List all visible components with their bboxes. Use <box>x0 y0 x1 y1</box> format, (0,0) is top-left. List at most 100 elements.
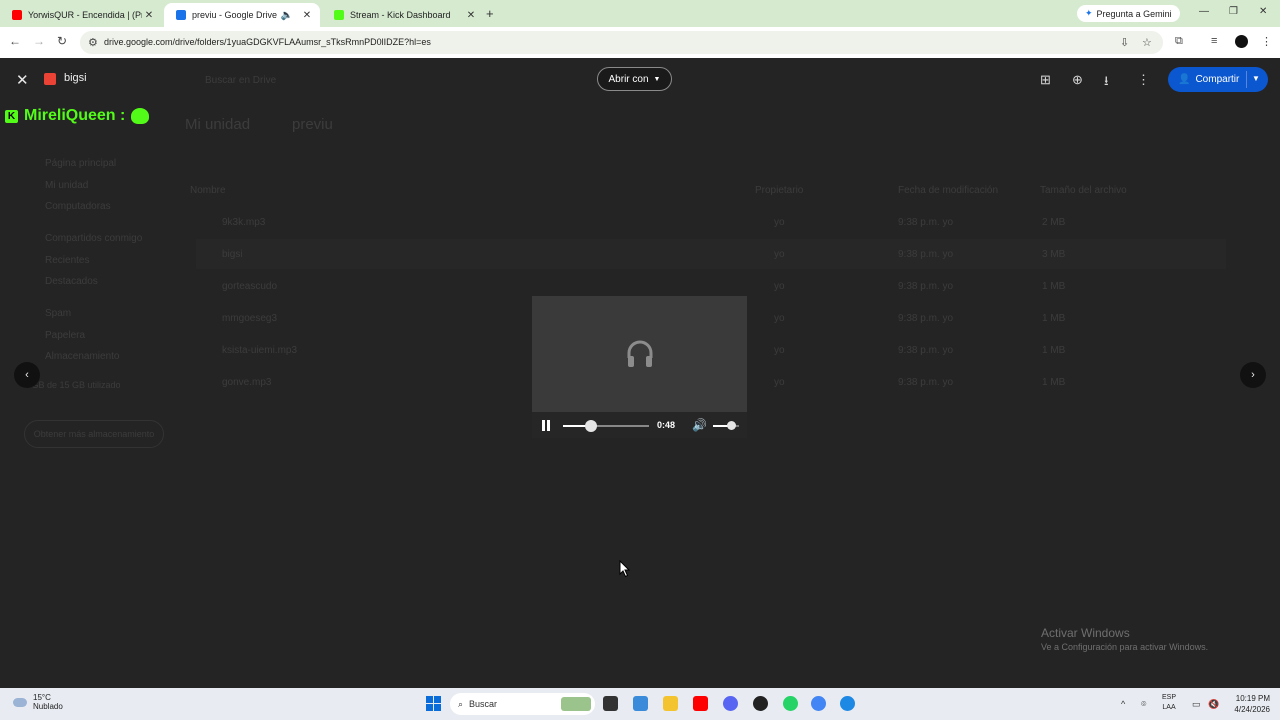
google-drive-icon <box>176 10 186 20</box>
close-tab-icon[interactable]: ✕ <box>300 10 314 21</box>
close-window-icon[interactable]: ✕ <box>1259 6 1267 17</box>
clock-date: 4/24/2026 <box>1234 705 1270 714</box>
lang-bottom: LAA <box>1162 704 1176 711</box>
obs-icon[interactable] <box>753 696 768 711</box>
share-label: Compartir <box>1195 74 1240 85</box>
close-tab-icon[interactable]: ✕ <box>464 10 478 21</box>
display-icon[interactable]: ▭ <box>1192 699 1201 710</box>
media-controls-icon[interactable]: ≡ <box>1211 35 1217 47</box>
volume-icon[interactable]: 🔊 <box>692 418 707 432</box>
sidebar-item: Destacados <box>45 276 98 287</box>
site-info-icon[interactable]: ⚙ <box>88 36 98 49</box>
chevron-left-icon: ‹ <box>25 369 29 381</box>
task-view-icon[interactable] <box>603 696 618 711</box>
open-with-button[interactable]: Abrir con ▼ <box>597 67 672 91</box>
table-row: bigsi yo 9:38 p.m. yo 3 MB <box>196 239 1226 269</box>
volume-handle[interactable] <box>727 421 737 430</box>
sidebar-item: Compartidos conmigo <box>45 233 143 244</box>
weather-temp: 15°C <box>33 693 51 702</box>
discord-icon[interactable] <box>723 696 738 711</box>
download-icon[interactable]: ⭳ <box>1104 72 1109 94</box>
tab-kick[interactable]: Stream - Kick Dashboard ✕ <box>322 3 484 27</box>
drive-search: Buscar en Drive <box>205 75 277 86</box>
table-row: 9k3k.mp3 yo 9:38 p.m. yo 2 MB <box>196 207 1226 237</box>
show-hidden-icons-icon[interactable]: ^ <box>1121 699 1125 709</box>
network-icon[interactable]: ⌾ <box>1141 699 1146 710</box>
sidebar-item: Papelera <box>45 330 86 341</box>
lang-top: ESP <box>1162 694 1177 701</box>
breadcrumb-root: Mi unidad <box>185 116 251 133</box>
widgets-app-icon[interactable] <box>633 696 648 711</box>
player-controls: 0:48 🔊 <box>532 412 747 438</box>
pause-button[interactable] <box>541 420 551 431</box>
speaker-icon[interactable]: 🔈 <box>280 10 294 21</box>
tab-drive[interactable]: previu - Google Drive 🔈 ✕ <box>164 3 320 27</box>
file-explorer-icon[interactable] <box>663 696 678 711</box>
seek-handle[interactable] <box>585 420 598 432</box>
previous-file-button[interactable]: ‹ <box>14 362 40 388</box>
taskbar-search[interactable]: ⌕ Buscar <box>450 693 595 715</box>
sidebar-item: Spam <box>45 308 72 319</box>
system-clock[interactable]: 10:19 PM 4/24/2026 <box>1226 693 1270 715</box>
storage-button: Obtener más almacenamiento <box>24 420 164 448</box>
start-button[interactable] <box>426 696 441 711</box>
url-text: drive.google.com/drive/folders/1yuaGDGKV… <box>104 37 431 47</box>
speaker-tray-icon[interactable]: 🔇 <box>1208 699 1219 710</box>
file-size: 2 MB <box>1042 217 1066 228</box>
language-indicator[interactable]: ESP LAA <box>1162 693 1176 713</box>
file-owner: yo <box>774 217 785 228</box>
share-button[interactable]: 👤 Compartir ▼ <box>1168 67 1268 92</box>
kick-icon <box>334 10 344 20</box>
file-owner: yo <box>774 345 785 356</box>
activation-subtitle: Ve a Configuración para activar Windows. <box>1041 642 1209 652</box>
playback-time: 0:48 <box>657 420 676 430</box>
file-modified: 9:38 p.m. yo <box>898 217 954 228</box>
audio-player: 0:48 🔊 <box>532 296 747 438</box>
add-to-drive-icon[interactable]: ⊞ <box>1040 72 1051 88</box>
menu-dots-icon[interactable]: ⋮ <box>1261 35 1272 48</box>
minimize-icon[interactable]: — <box>1199 6 1209 17</box>
caret-down-icon[interactable]: ▼ <box>1252 74 1260 83</box>
file-name: gonve.mp3 <box>222 377 272 388</box>
file-owner: yo <box>774 377 785 388</box>
volume-slider[interactable] <box>713 421 739 430</box>
tab-title: Stream - Kick Dashboard <box>350 10 451 20</box>
file-name: gorteascudo <box>222 281 278 292</box>
file-name: bigsi <box>222 249 243 260</box>
clock-time: 10:19 PM <box>1235 694 1270 703</box>
new-tab-icon[interactable]: + <box>486 6 494 21</box>
file-size: 3 MB <box>1042 249 1066 260</box>
storage-text: 1 GB de 15 GB utilizado <box>24 380 121 390</box>
kick-logo-icon: K <box>5 109 18 123</box>
tab-title: YorwisQUR - Encendida | (Prod... <box>28 10 142 20</box>
maximize-icon[interactable]: ❐ <box>1229 6 1238 17</box>
file-size: 1 MB <box>1042 313 1066 324</box>
add-comment-icon[interactable]: ⊕ <box>1072 72 1083 88</box>
app-icon[interactable] <box>840 696 855 711</box>
whatsapp-icon[interactable] <box>783 696 798 711</box>
file-modified: 9:38 p.m. yo <box>898 313 954 324</box>
gemini-button[interactable]: ✦ Pregunta a Gemini <box>1077 5 1180 22</box>
next-file-button[interactable]: › <box>1240 362 1266 388</box>
close-tab-icon[interactable]: ✕ <box>142 10 156 21</box>
gemini-label: Pregunta a Gemini <box>1096 8 1172 19</box>
tab-youtube[interactable]: YorwisQUR - Encendida | (Prod... ✕ <box>0 3 162 27</box>
reload-icon[interactable]: ↻ <box>57 34 67 48</box>
youtube-app-icon[interactable] <box>693 696 708 711</box>
file-name: mmgoeseg3 <box>222 313 278 324</box>
close-viewer-icon[interactable]: ✕ <box>16 71 29 89</box>
file-owner: yo <box>774 249 785 260</box>
address-bar[interactable]: ⚙ drive.google.com/drive/folders/1yuaGDG… <box>80 31 1163 54</box>
bookmark-star-icon[interactable]: ☆ <box>1142 36 1152 49</box>
install-icon[interactable]: ⇩ <box>1120 36 1129 49</box>
seek-slider[interactable] <box>563 420 649 432</box>
person-add-icon: 👤 <box>1178 74 1191 85</box>
more-options-icon[interactable]: ⋮ <box>1137 72 1150 88</box>
file-modified: 9:38 p.m. yo <box>898 345 954 356</box>
avatar[interactable] <box>1235 35 1248 48</box>
back-icon[interactable]: ← <box>9 34 21 48</box>
forward-icon[interactable]: → <box>33 34 45 48</box>
tab-search-icon[interactable]: ⧉ <box>1175 35 1183 48</box>
weather-widget[interactable]: 15°C Nublado <box>13 693 63 711</box>
chrome-icon[interactable] <box>811 696 826 711</box>
